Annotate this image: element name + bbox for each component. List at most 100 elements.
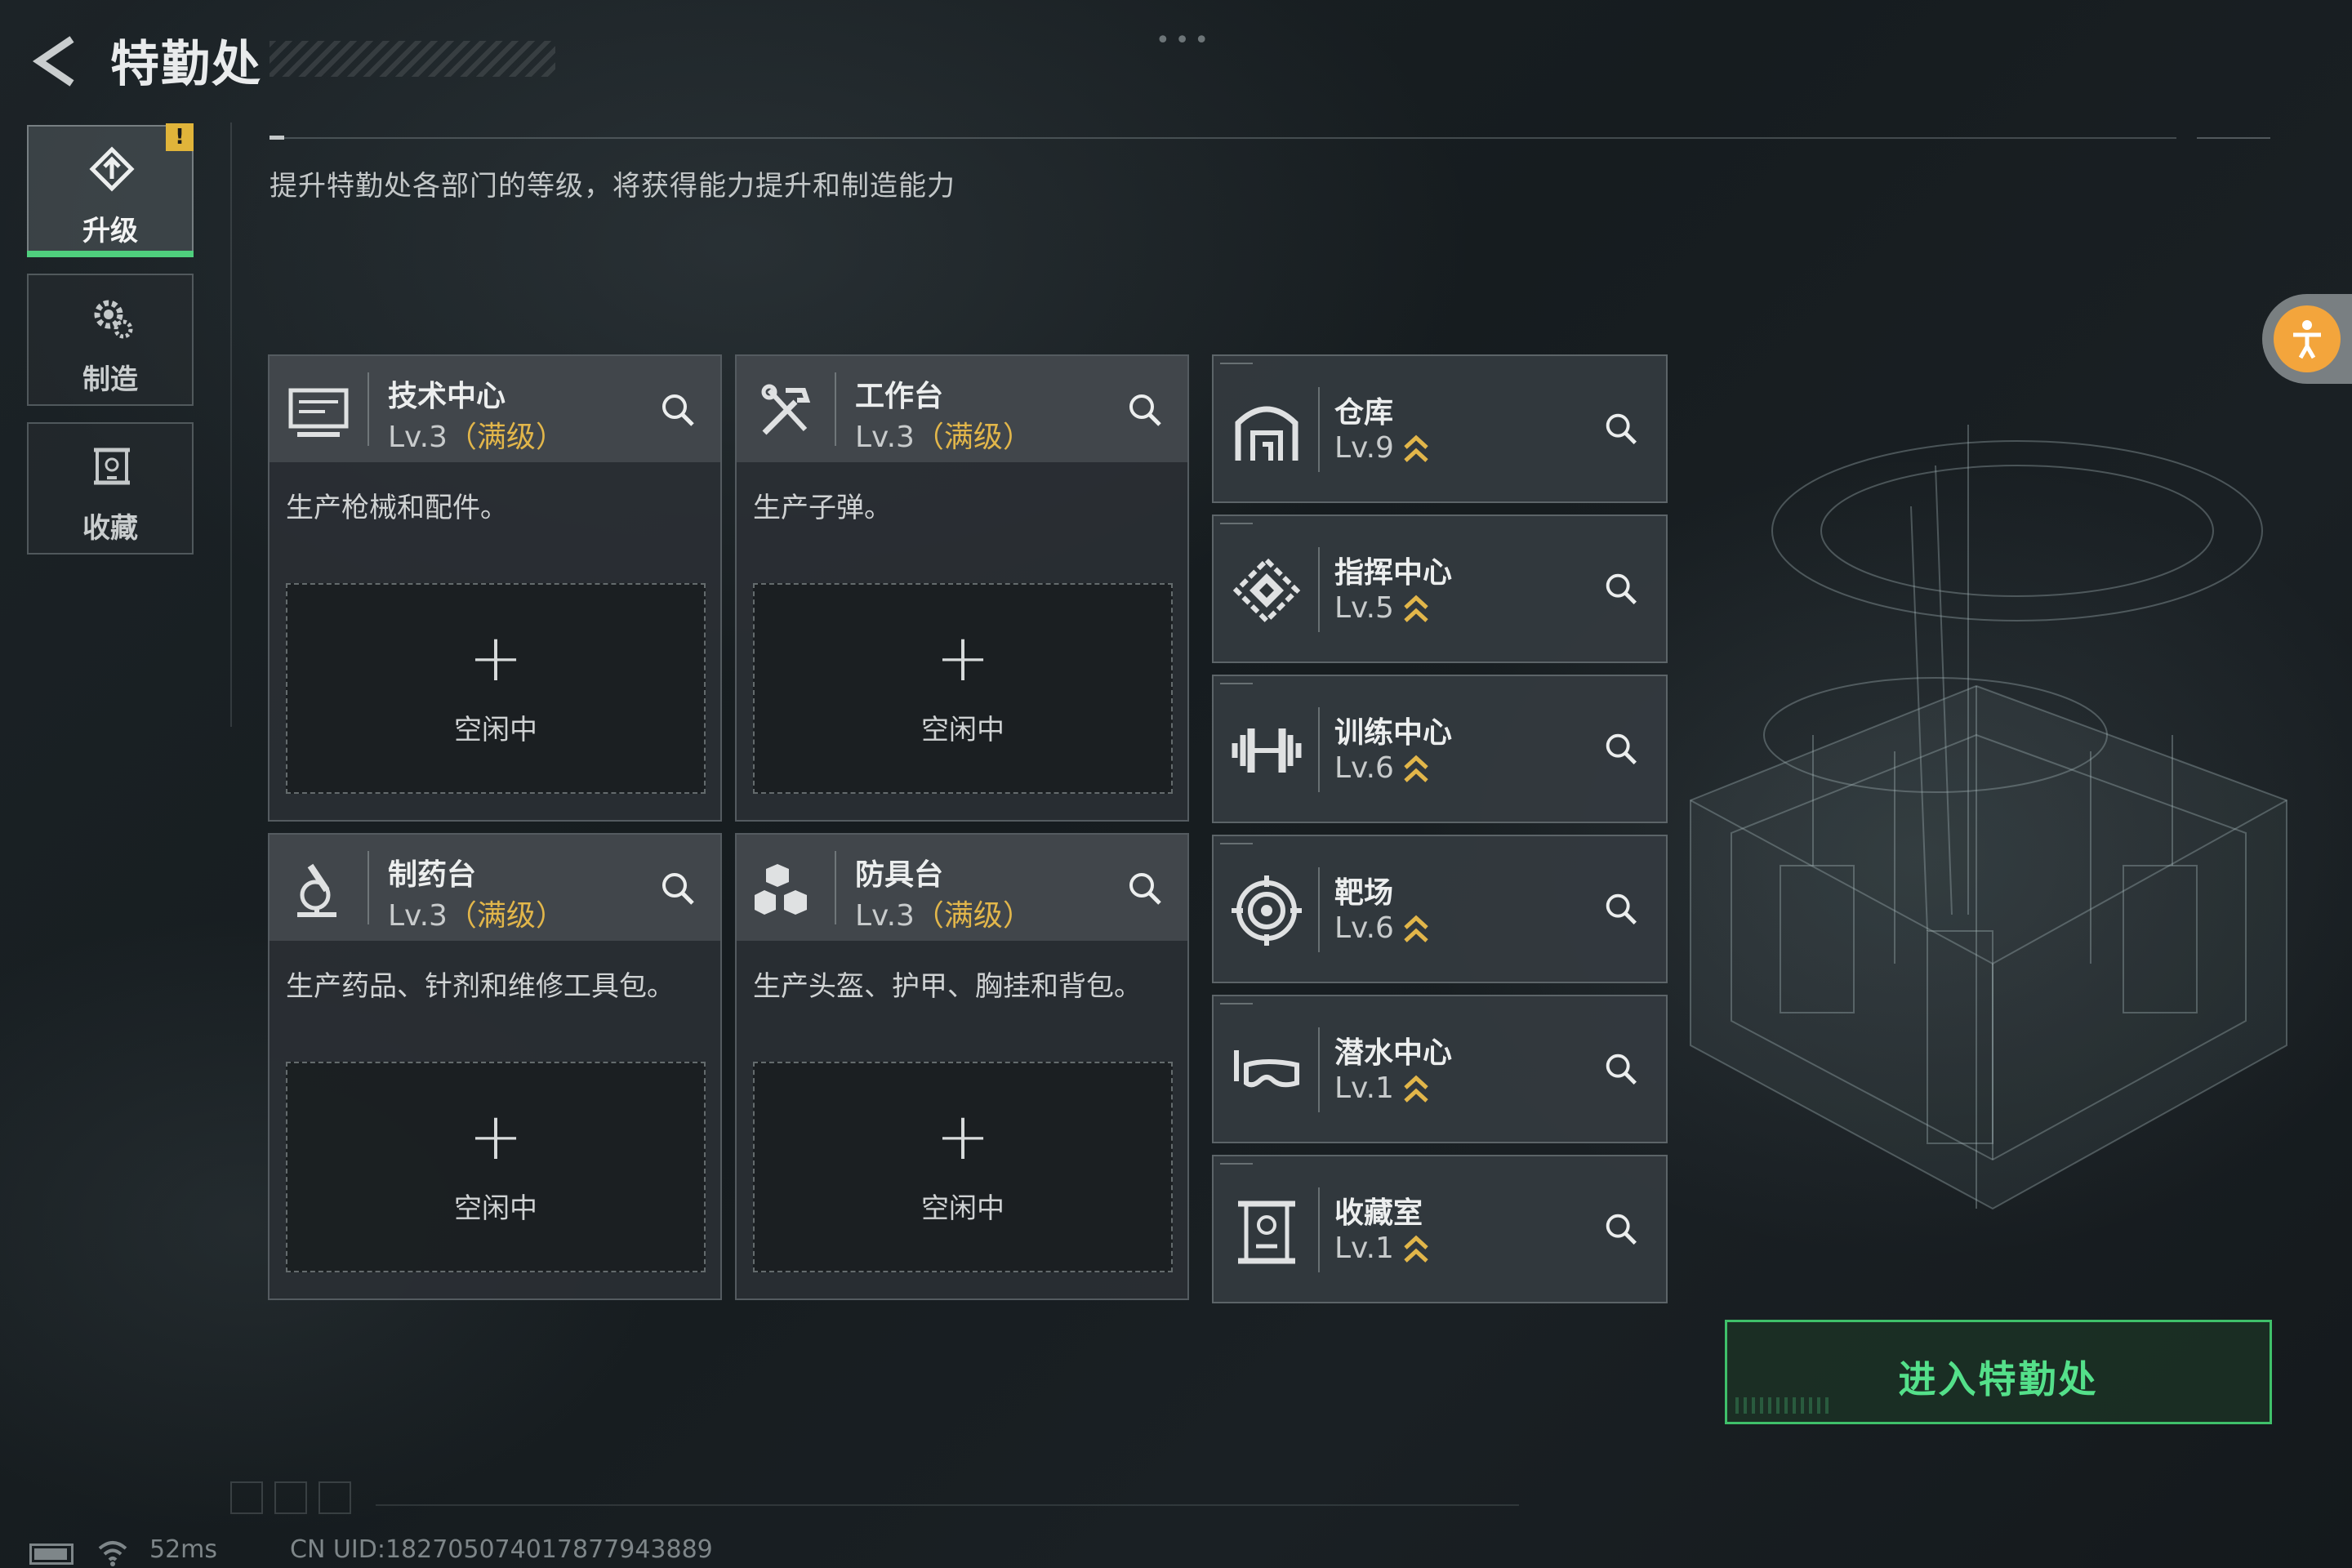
enter-special-ops-button[interactable]: 进入特勤处 — [1725, 1320, 2272, 1424]
slot-status: 空闲中 — [921, 714, 1004, 746]
collection-room-icon — [1238, 1200, 1295, 1264]
header-separator — [835, 851, 836, 924]
search-icon[interactable] — [1601, 408, 1642, 449]
max-level-tag: （满级） — [447, 899, 565, 933]
add-icon: + — [935, 620, 991, 696]
card-title: 技术中心 — [388, 380, 506, 413]
search-icon[interactable] — [657, 867, 699, 910]
search-icon[interactable] — [1124, 867, 1166, 910]
accessibility-icon — [2274, 305, 2341, 372]
upgrade-arrow-icon — [1404, 434, 1428, 462]
search-icon[interactable] — [1601, 728, 1642, 769]
sidebar-tab-upgrade[interactable]: 升级 ! — [27, 123, 194, 257]
back-arrow-icon[interactable] — [29, 33, 87, 90]
card-separator — [1318, 1187, 1320, 1272]
card-level: Lv.3（满级） — [388, 421, 565, 454]
base-blueprint-illustration — [1690, 425, 2287, 1210]
more-dots-icon[interactable]: ••• — [1156, 26, 1214, 55]
workstation-card-armor[interactable]: 防具台 Lv.3（满级） 生产头盔、护甲、胸挂和背包。 + 空闲中 — [735, 833, 1189, 1300]
wifi-icon — [98, 1541, 127, 1566]
production-slot[interactable]: + 空闲中 — [286, 583, 706, 794]
gear-icon — [94, 300, 133, 339]
target-icon — [1232, 875, 1302, 946]
card-title: 制药台 — [388, 858, 477, 892]
battery-icon — [29, 1544, 74, 1565]
sidebar-tab-collection[interactable]: 收藏 — [27, 422, 194, 555]
warehouse-icon — [1235, 406, 1298, 461]
card-description: 生产枪械和配件。 — [286, 492, 508, 524]
enter-button-label: 进入特勤处 — [1898, 1357, 2099, 1401]
slot-status: 空闲中 — [454, 1192, 537, 1225]
command-icon — [1232, 556, 1301, 625]
card-corner-mark — [1220, 1163, 1253, 1165]
card-level: Lv.3（满级） — [388, 899, 565, 933]
upgrade-arrow-icon — [1404, 755, 1428, 782]
search-icon[interactable] — [1601, 1209, 1642, 1250]
workstation-card-tech-center[interactable]: 技术中心 Lv.3（满级） 生产枪械和配件。 + 空闲中 — [268, 354, 722, 822]
production-slot[interactable]: + 空闲中 — [753, 1062, 1173, 1272]
header-separator — [835, 372, 836, 446]
card-header: 防具台 Lv.3（满级） — [737, 835, 1187, 941]
card-description: 生产药品、针剂和维修工具包。 — [286, 970, 675, 1003]
facility-level: Lv.9 — [1334, 431, 1430, 466]
sidebar-tab-craft[interactable]: 制造 — [27, 274, 194, 406]
card-separator — [1318, 387, 1320, 472]
facility-level: Lv.1 — [1334, 1232, 1430, 1266]
header-separator — [368, 851, 369, 924]
search-icon[interactable] — [1601, 1049, 1642, 1089]
upgrade-icon — [89, 146, 135, 192]
card-header: 工作台 Lv.3（满级） — [737, 356, 1187, 462]
dumbbell-icon — [1232, 728, 1302, 773]
search-icon[interactable] — [1124, 389, 1166, 431]
title-decoration — [270, 41, 555, 77]
active-tab-indicator — [27, 251, 194, 257]
sidebar-tab-label: 制造 — [82, 363, 138, 396]
search-icon[interactable] — [1601, 889, 1642, 929]
card-level: Lv.3（满级） — [855, 421, 1032, 454]
workstation-card-pharmacy[interactable]: 制药台 Lv.3（满级） 生产药品、针剂和维修工具包。 + 空闲中 — [268, 833, 722, 1300]
add-icon: + — [468, 1098, 523, 1174]
facility-name: 训练中心 — [1334, 716, 1453, 750]
search-icon[interactable] — [1601, 568, 1642, 609]
max-level-tag: （满级） — [914, 899, 1032, 933]
facility-name: 收藏室 — [1334, 1196, 1423, 1230]
production-slot[interactable]: + 空闲中 — [286, 1062, 706, 1272]
slot-status: 空闲中 — [921, 1192, 1004, 1225]
card-separator — [1318, 1027, 1320, 1112]
diving-mask-icon — [1234, 1050, 1299, 1088]
facility-card-training-center[interactable]: 训练中心 Lv.6 — [1212, 675, 1668, 823]
facility-card-command-center[interactable]: 指挥中心 Lv.5 — [1212, 514, 1668, 663]
facility-name: 仓库 — [1334, 396, 1394, 430]
card-description: 生产头盔、护甲、胸挂和背包。 — [753, 970, 1142, 1003]
production-slot[interactable]: + 空闲中 — [753, 583, 1173, 794]
add-icon: + — [468, 620, 523, 696]
card-corner-mark — [1220, 363, 1253, 364]
card-level: Lv.3（满级） — [855, 899, 1032, 933]
card-title: 防具台 — [855, 858, 944, 892]
facility-card-diving-center[interactable]: 潜水中心 Lv.1 — [1212, 995, 1668, 1143]
header-separator — [368, 372, 369, 446]
card-corner-mark — [1220, 1003, 1253, 1004]
user-uid: CN UID:182705074017877943889 — [290, 1535, 713, 1564]
bottom-decoration — [230, 1481, 363, 1517]
facility-card-shooting-range[interactable]: 靶场 Lv.6 — [1212, 835, 1668, 983]
sidebar-tab-label: 升级 — [82, 215, 138, 247]
search-icon[interactable] — [657, 389, 699, 431]
floating-assist-button[interactable] — [2262, 294, 2352, 384]
header-divider — [270, 137, 2176, 139]
ping-readout: 52ms — [149, 1535, 218, 1564]
facility-card-warehouse[interactable]: 仓库 Lv.9 — [1212, 354, 1668, 503]
tools-icon — [761, 384, 811, 435]
card-title: 工作台 — [855, 380, 944, 413]
facility-name: 指挥中心 — [1334, 556, 1453, 590]
facility-level: Lv.5 — [1334, 591, 1430, 626]
workstation-card-workbench[interactable]: 工作台 Lv.3（满级） 生产子弹。 + 空闲中 — [735, 354, 1189, 822]
facility-level: Lv.6 — [1334, 911, 1430, 946]
page-description: 提升特勤处各部门的等级，将获得能力提升和制造能力 — [270, 170, 956, 203]
collection-icon — [94, 448, 130, 485]
card-corner-mark — [1220, 523, 1253, 524]
microscope-icon — [297, 863, 336, 917]
max-level-tag: （满级） — [447, 421, 565, 454]
facility-card-collection-room[interactable]: 收藏室 Lv.1 — [1212, 1155, 1668, 1303]
add-icon: + — [935, 1098, 991, 1174]
